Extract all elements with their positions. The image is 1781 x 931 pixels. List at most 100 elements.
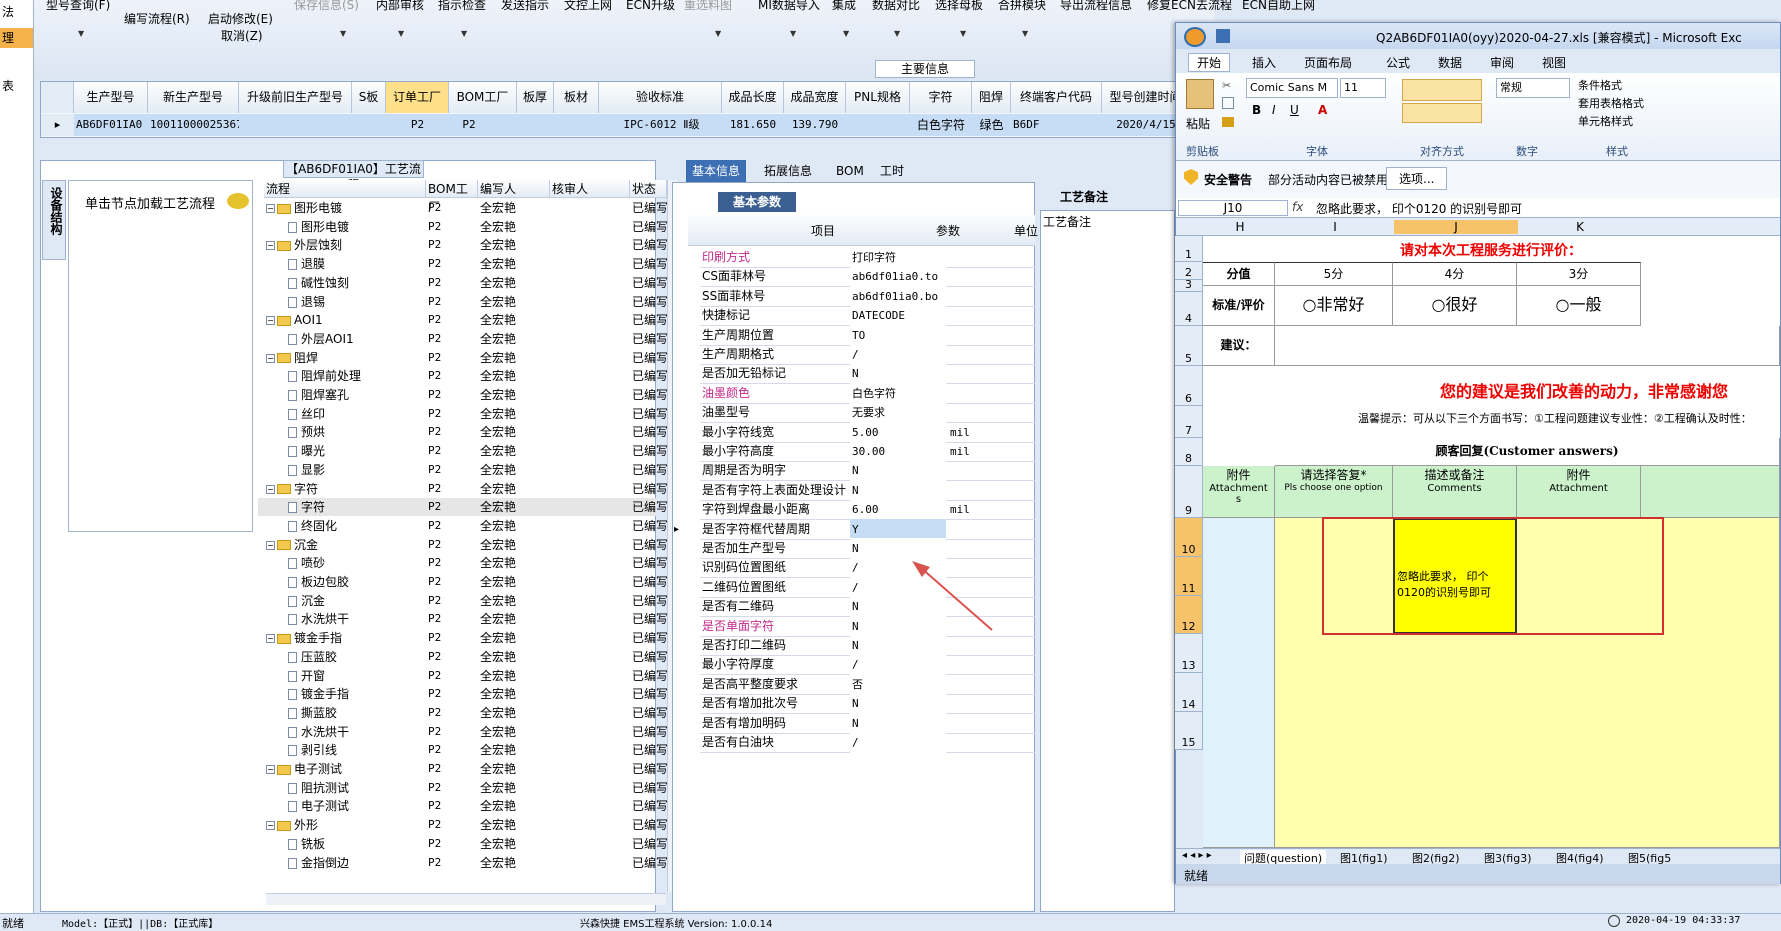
paste-button[interactable]: 粘贴 — [1186, 115, 1210, 132]
score-5[interactable]: 5分 — [1275, 262, 1393, 286]
param-row[interactable]: 最小字符高度 30.00 mil — [700, 441, 1035, 462]
param-value[interactable]: ab6df01ia0.bo — [850, 285, 946, 307]
grid-cell[interactable]: IPC-6012 Ⅱ级 — [601, 114, 722, 136]
doc-online-button[interactable]: 文控上网 — [564, 0, 612, 13]
col-header-j[interactable]: J — [1394, 220, 1518, 234]
number-format-select[interactable]: 常规 — [1496, 78, 1570, 98]
row-header[interactable]: 3 — [1175, 279, 1203, 292]
param-row[interactable]: 生产周期格式 / — [700, 344, 1035, 365]
office-button-icon[interactable] — [1184, 27, 1206, 47]
col-header[interactable]: S板 — [352, 82, 386, 113]
grid-cell[interactable]: B6DF — [1013, 114, 1102, 136]
param-row[interactable]: 是否有字符上表面处理设计 N — [700, 479, 1035, 501]
suggest-label[interactable]: 建议： — [1203, 326, 1275, 366]
param-value[interactable]: / — [850, 344, 946, 365]
score-4[interactable]: 4分 — [1393, 262, 1517, 286]
col-header[interactable]: 生产型号 — [74, 82, 148, 113]
param-row[interactable]: 是否高平整度要求 否 — [700, 673, 1035, 695]
tree-item-row[interactable]: 镀金手指 P2 全宏艳 已编写 — [258, 685, 668, 703]
chevron-down-icon[interactable]: ▼ — [461, 29, 467, 38]
device-structure-tab[interactable]: 设备结构 — [42, 180, 66, 260]
tree-folder-row[interactable]: − 外形 P2 全宏艳 已编写 — [258, 816, 668, 834]
font-color-icon[interactable]: A — [1318, 103, 1327, 117]
notes-panel[interactable]: 工艺备注 — [1040, 210, 1175, 912]
col-header-k[interactable]: K — [1518, 220, 1642, 234]
param-value[interactable]: N — [850, 712, 946, 734]
internal-review-button[interactable]: 内部审核 — [376, 0, 424, 13]
tree-item-row[interactable]: 撕蓝胶 P2 全宏艳 已编写 — [258, 704, 668, 722]
formula-input[interactable]: 忽略此要求， 印个0120 的识别号即可 — [1316, 200, 1522, 217]
tree-item-row[interactable]: 终固化 P2 全宏艳 已编写 — [258, 517, 668, 535]
row-header[interactable]: 7 — [1175, 406, 1203, 438]
col-header-flow[interactable]: 流程 — [264, 180, 426, 198]
col-header-i[interactable]: I — [1276, 220, 1394, 234]
desc-header[interactable]: 描述或备注 Comments — [1393, 466, 1517, 518]
attach2-header[interactable]: 附件 Attachment — [1517, 466, 1641, 518]
param-row[interactable]: 是否有增加批次号 N — [700, 693, 1035, 715]
start-modify-button[interactable]: 启动修改(E) — [208, 10, 273, 27]
grid-cell[interactable]: 181.650 — [722, 114, 784, 136]
col-header[interactable]: PNL规格 — [846, 82, 910, 113]
row-header[interactable]: 15 — [1175, 712, 1203, 750]
col-header[interactable]: 板材 — [554, 82, 599, 113]
name-box[interactable]: J10 — [1178, 200, 1288, 216]
chevron-down-icon[interactable]: ▼ — [960, 29, 966, 38]
col-header-param[interactable]: 参数 — [900, 222, 996, 239]
col-header-h[interactable]: H — [1204, 220, 1276, 234]
chevron-down-icon[interactable]: ▼ — [78, 29, 84, 38]
cell-style-button[interactable]: 单元格样式 — [1578, 113, 1633, 129]
param-value[interactable]: N — [850, 635, 946, 656]
grid-cell[interactable]: 10011000025367 — [150, 114, 239, 136]
param-row[interactable]: SS面菲林号 ab6df01ia0.bo — [700, 285, 1035, 307]
left-nav-item-active[interactable]: 理 — [0, 28, 33, 48]
param-value[interactable]: / — [850, 732, 946, 753]
tree-item-row[interactable]: 剥引线 P2 全宏艳 已编写 — [258, 741, 668, 759]
chevron-down-icon[interactable]: ▼ — [1022, 29, 1028, 38]
tree-item-row[interactable]: 开窗 P2 全宏艳 已编写 — [258, 667, 668, 685]
param-value[interactable]: 打印字符 — [850, 247, 946, 268]
tree-folder-row[interactable]: − AOI1 P2 全宏艳 已编写 — [258, 311, 668, 329]
chevron-down-icon[interactable]: ▼ — [340, 29, 346, 38]
tab-man-hours[interactable]: 工时 — [874, 160, 910, 182]
ribbon-tab-layout[interactable]: 页面布局 — [1304, 54, 1352, 71]
param-value[interactable]: 30.00 — [850, 441, 946, 462]
param-row[interactable]: 是否加无铅标记 N — [700, 363, 1035, 385]
param-value[interactable]: N — [850, 363, 946, 385]
tree-item-row[interactable]: 阻焊塞孔 P2 全宏艳 已编写 — [258, 386, 668, 404]
col-header[interactable]: 订单工厂 — [386, 82, 449, 113]
row-header[interactable]: 11 — [1175, 557, 1203, 596]
rating-good[interactable]: ○很好 — [1393, 286, 1517, 326]
tree-item-row[interactable]: 显影 P2 全宏艳 已编写 — [258, 461, 668, 479]
ribbon-tab-view[interactable]: 视图 — [1542, 54, 1566, 71]
grid-cell[interactable]: 白色字符 — [910, 114, 972, 136]
cut-icon[interactable]: ✂ — [1222, 79, 1236, 92]
data-compare-button[interactable]: 数据对比 — [872, 0, 920, 13]
tree-item-row[interactable]: 图形电镀 P2 全宏艳 已编写 — [258, 218, 668, 236]
collapse-icon[interactable]: − — [266, 634, 275, 644]
col-header[interactable]: 终端客户代码 — [1011, 82, 1102, 113]
speech-bubble-icon[interactable] — [227, 193, 249, 209]
tree-item-row[interactable]: 曝光 P2 全宏艳 已编写 — [258, 442, 668, 460]
score-3[interactable]: 3分 — [1517, 262, 1641, 286]
attach-column[interactable] — [1203, 518, 1275, 848]
sheet-nav-icon[interactable]: ◂ ◂ ▸ ▸ — [1182, 850, 1212, 861]
model-query-button[interactable]: 型号查询(F) — [46, 0, 110, 13]
param-row[interactable]: 字符到焊盘最小距离 6.00 mil — [700, 499, 1035, 521]
col-header-bom[interactable]: BOM工厂 — [426, 180, 478, 214]
tree-item-row[interactable]: 铣板 P2 全宏艳 已编写 — [258, 835, 668, 853]
tree-item-row[interactable]: 水洗烘干 P2 全宏艳 已编写 — [258, 723, 668, 741]
chevron-down-icon[interactable]: ▼ — [715, 29, 721, 38]
param-row[interactable]: 油墨型号 无要求 — [700, 402, 1035, 424]
ribbon-tab-home[interactable]: 开始 — [1188, 53, 1231, 72]
col-header[interactable]: 升级前旧生产型号 — [239, 82, 352, 113]
col-header[interactable]: BOM工厂 — [449, 82, 517, 113]
param-value[interactable]: N — [850, 693, 946, 715]
param-value[interactable]: 5.00 — [850, 421, 946, 443]
collapse-icon[interactable]: − — [266, 484, 275, 494]
font-size-select[interactable]: 11 — [1340, 78, 1386, 98]
param-row[interactable]: 快捷标记 DATECODE — [700, 305, 1035, 327]
tree-item-row[interactable]: 退膜 P2 全宏艳 已编写 — [258, 255, 668, 273]
param-value[interactable]: DATECODE — [850, 305, 946, 327]
underline-icon[interactable]: U — [1290, 103, 1299, 117]
mi-import-button[interactable]: MI数据导入 — [758, 0, 820, 13]
